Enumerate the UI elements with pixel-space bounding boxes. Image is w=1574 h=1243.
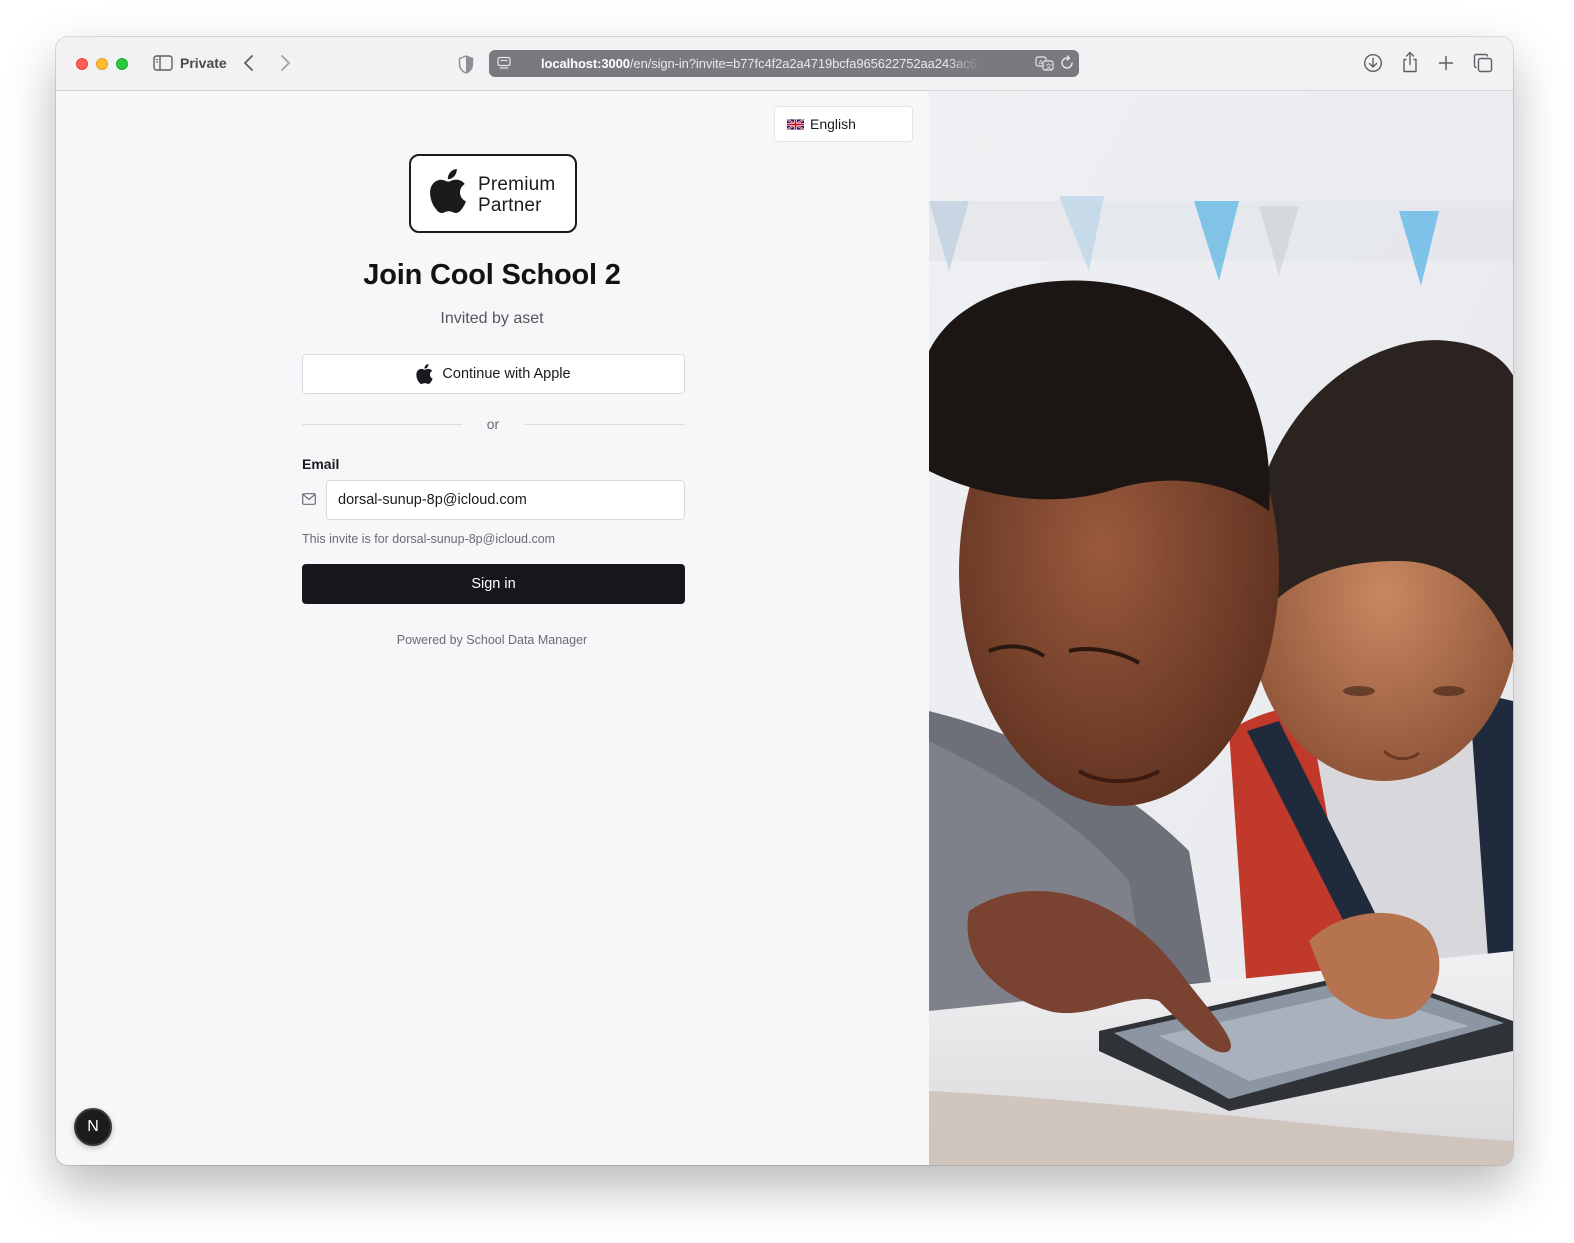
desktop: Private localhost:3000/en/sign-in?invite… (0, 0, 1574, 1243)
privacy-shield-icon[interactable] (456, 53, 476, 75)
dev-indicator-label: N (87, 1118, 99, 1135)
page-content: English Premium Partner Join Cool School… (56, 91, 1513, 1165)
tab-overview-icon[interactable] (1472, 52, 1494, 74)
private-mode-label: Private (180, 55, 227, 71)
url-host: localhost:3000 (541, 56, 630, 71)
apple-logo-icon (430, 169, 466, 213)
apple-logo-icon (416, 364, 434, 384)
badge-line-1: Premium (478, 174, 556, 195)
divider-line-left (302, 424, 462, 425)
browser-toolbar: Private localhost:3000/en/sign-in?invite… (56, 37, 1513, 91)
forward-button[interactable] (276, 52, 294, 74)
mail-icon (302, 493, 316, 505)
email-field[interactable] (326, 480, 685, 520)
url-path: /en/sign-in?invite=b77fc4f2a2a4719bcfa96… (629, 56, 981, 71)
sign-in-panel: English Premium Partner Join Cool School… (56, 91, 929, 1165)
sign-in-button[interactable]: Sign in (302, 564, 685, 604)
badge-text: Premium Partner (478, 174, 555, 216)
svg-text:A: A (1039, 59, 1044, 67)
continue-with-apple-button[interactable]: Continue with Apple (302, 354, 685, 394)
downloads-icon[interactable] (1362, 52, 1384, 74)
back-button[interactable] (240, 52, 258, 74)
continue-with-apple-label: Continue with Apple (442, 366, 571, 382)
svg-text:文: 文 (1046, 62, 1053, 71)
page-subtitle: Invited by aset (440, 310, 544, 327)
email-label: Email (302, 456, 340, 472)
powered-by-footer: Powered by School Data Manager (396, 633, 588, 647)
uk-flag-icon (787, 118, 804, 130)
close-window-button[interactable] (76, 58, 88, 70)
browser-window: Private localhost:3000/en/sign-in?invite… (56, 37, 1513, 1165)
nextjs-dev-indicator[interactable]: N (74, 1108, 112, 1146)
address-bar[interactable]: localhost:3000/en/sign-in?invite=b77fc4f… (489, 50, 1079, 77)
site-settings-icon[interactable] (496, 55, 512, 71)
divider-line-right (524, 424, 685, 425)
language-label: English (810, 116, 856, 132)
zoom-window-button[interactable] (116, 58, 128, 70)
reload-icon[interactable] (1059, 55, 1075, 71)
hero-image (929, 91, 1513, 1165)
invite-note: This invite is for dorsal-sunup-8p@iclou… (302, 532, 556, 546)
url-text[interactable]: localhost:3000/en/sign-in?invite=b77fc4f… (541, 56, 981, 71)
language-selector[interactable]: English (774, 106, 913, 142)
new-tab-icon[interactable] (1436, 52, 1456, 74)
sidebar-toggle-icon[interactable] (152, 54, 174, 72)
minimize-window-button[interactable] (96, 58, 108, 70)
children-using-tablet-image (929, 91, 1513, 1165)
badge-line-2: Partner (478, 195, 542, 216)
divider-or-label: or (486, 416, 500, 432)
translate-icon[interactable]: A文 (1035, 55, 1055, 71)
premium-partner-badge: Premium Partner (409, 154, 577, 233)
share-icon[interactable] (1399, 50, 1421, 74)
page-title: Join Cool School 2 (363, 259, 621, 291)
